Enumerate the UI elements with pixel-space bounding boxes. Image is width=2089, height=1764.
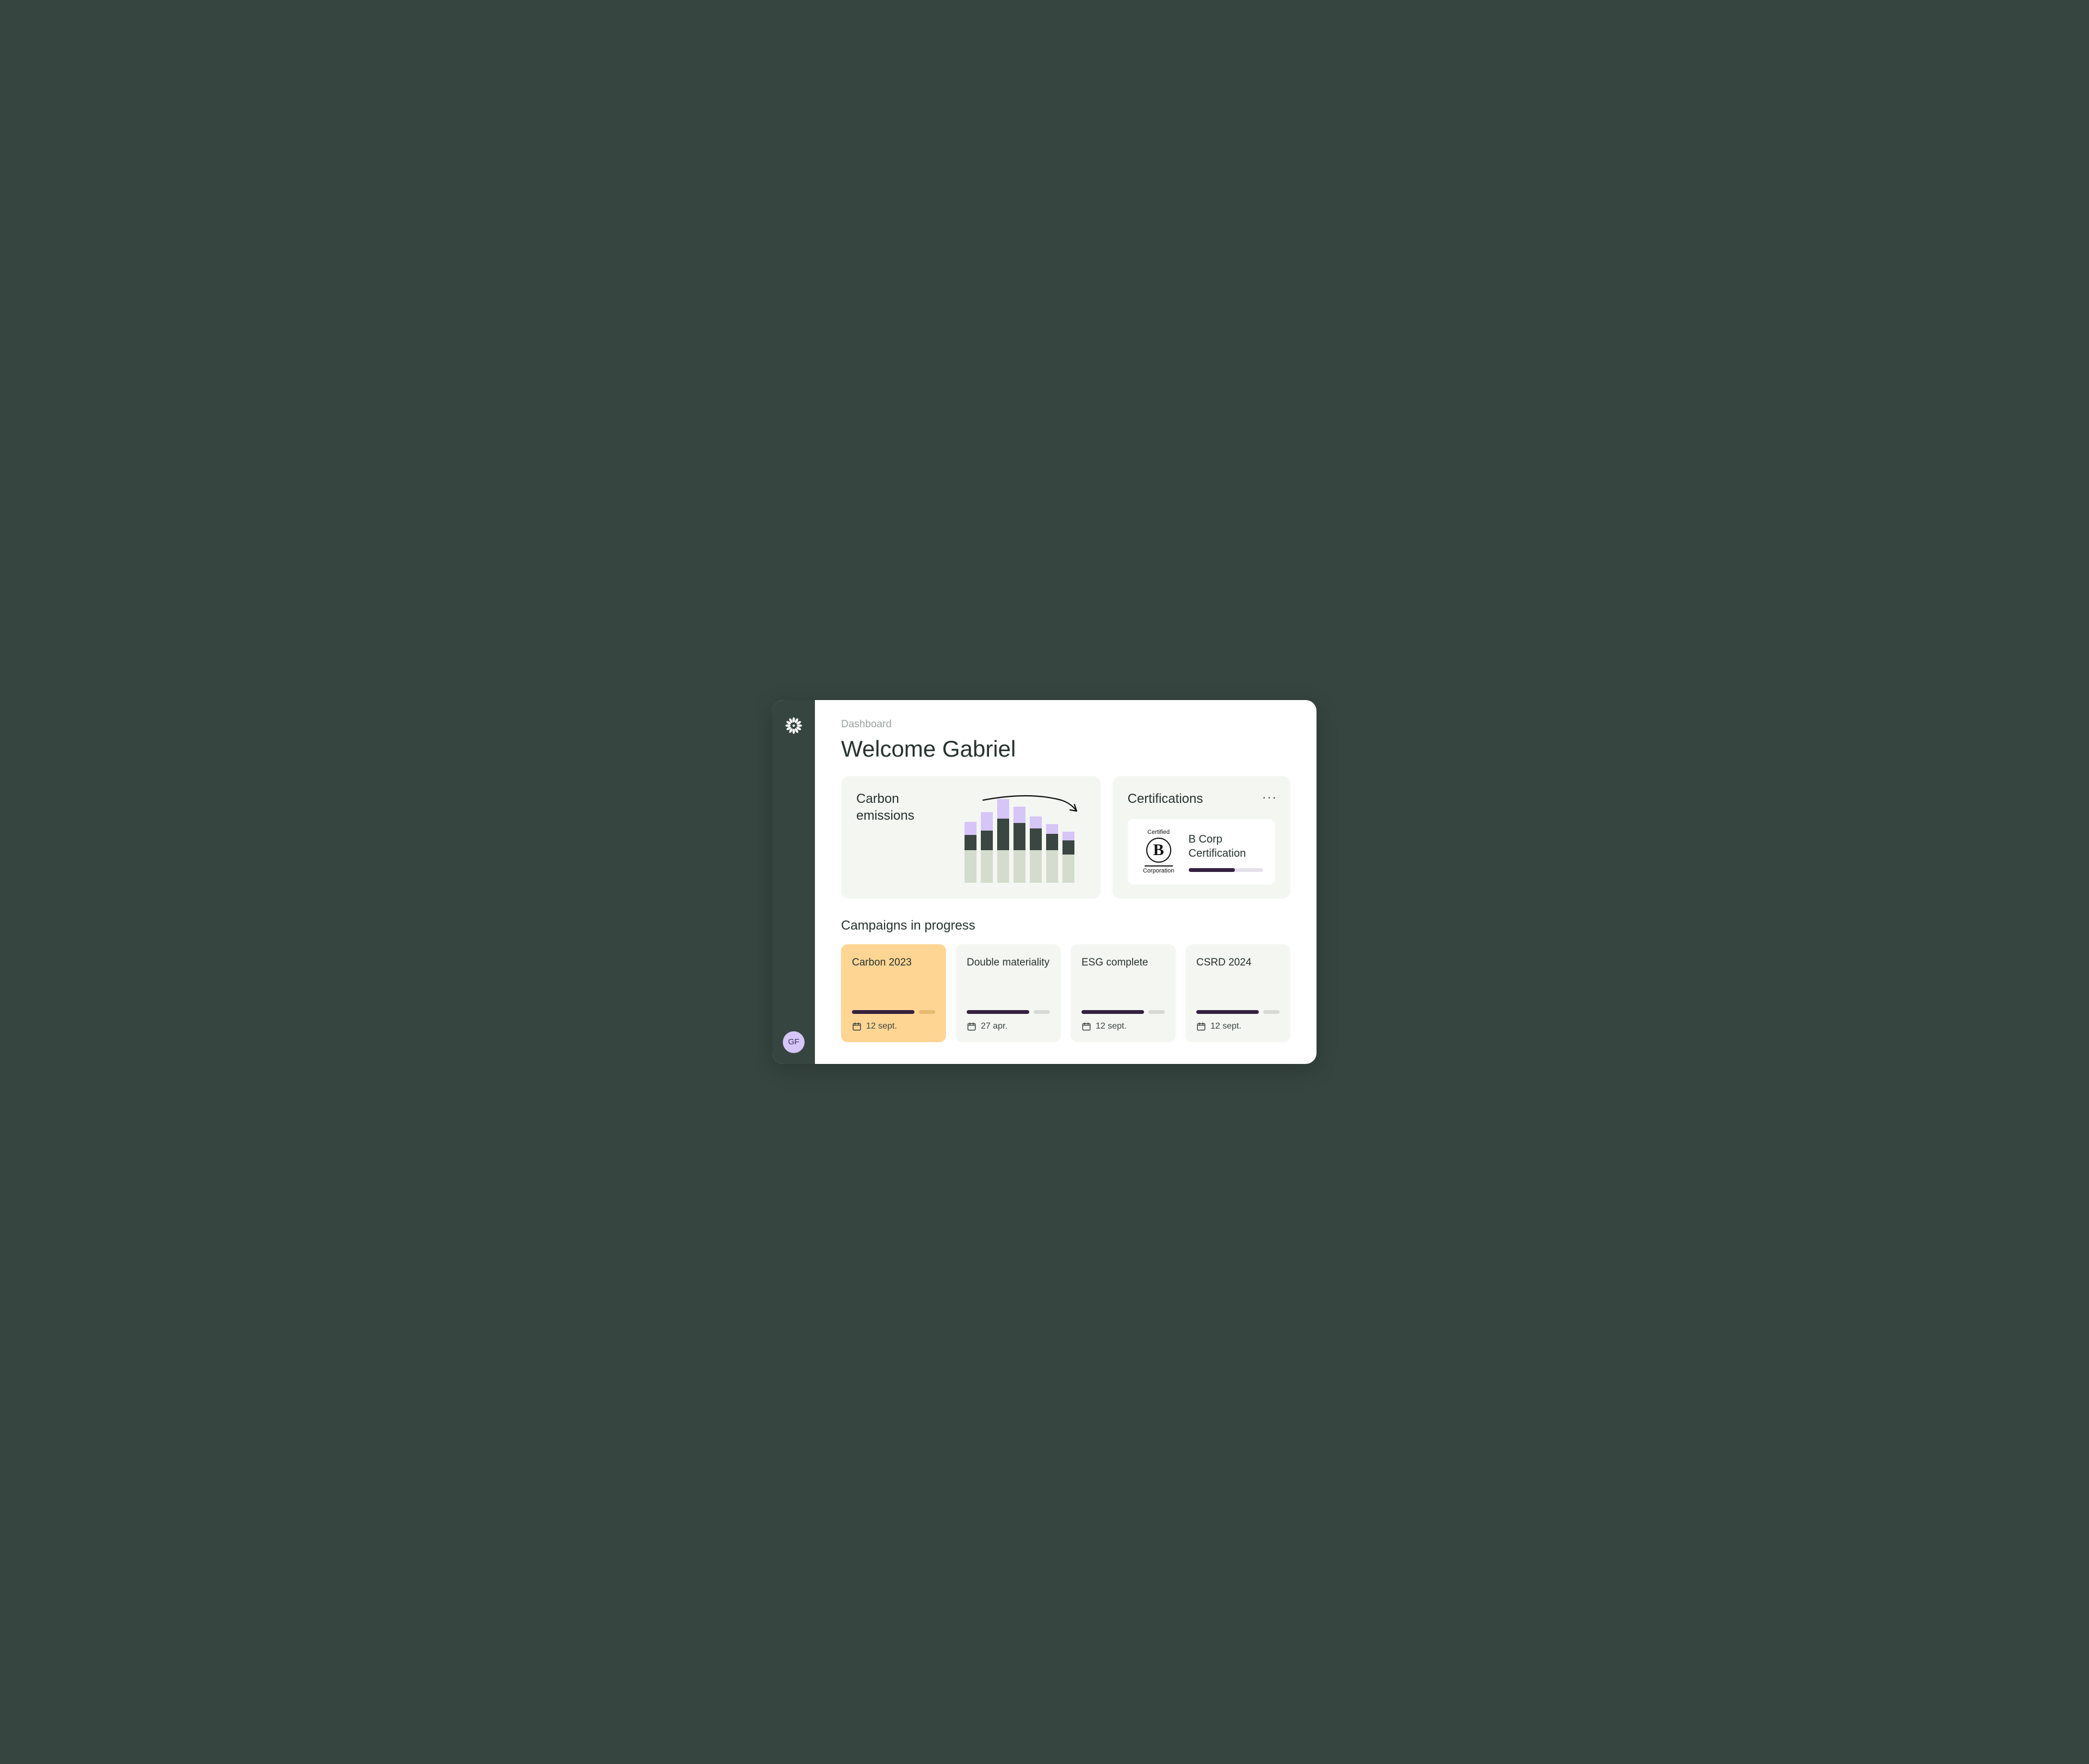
certification-item[interactable]: Certified B Corporation B Corp Certifica… [1128, 819, 1275, 884]
campaign-progress [1196, 1010, 1280, 1014]
campaign-date: 12 sept. [1081, 1022, 1165, 1031]
carbon-emissions-card[interactable]: Carbon emissions [841, 776, 1101, 899]
campaign-date: 12 sept. [1196, 1022, 1280, 1031]
carbon-emissions-title: Carbon emissions [856, 790, 943, 824]
campaign-title: ESG complete [1081, 956, 1165, 985]
certification-name: B Corp Certification [1189, 832, 1263, 861]
campaign-date: 12 sept. [852, 1022, 935, 1031]
carbon-emissions-chart [954, 790, 1085, 883]
campaigns-grid: Carbon 2023 12 sept. Double materiality 27 … [841, 944, 1290, 1042]
badge-bottom-text: Corporation [1143, 868, 1174, 875]
campaign-card[interactable]: Double materiality 27 apr. [956, 944, 1061, 1042]
badge-top-text: Certified [1147, 829, 1170, 836]
campaign-progress [1081, 1010, 1165, 1014]
campaign-card[interactable]: Carbon 2023 12 sept. [841, 944, 946, 1042]
calendar-icon [1081, 1022, 1091, 1031]
trend-arrow-icon [980, 790, 1083, 818]
user-avatar[interactable]: GF [783, 1031, 805, 1053]
campaign-title: Double materiality [967, 956, 1050, 985]
sidebar: GF [772, 700, 815, 1064]
app-window: GF Dashboard Welcome Gabriel Carbon emis… [772, 700, 1317, 1064]
campaign-date: 27 apr. [967, 1022, 1050, 1031]
campaigns-section-title: Campaigns in progress [841, 918, 1290, 933]
campaign-title: Carbon 2023 [852, 956, 935, 985]
bcorp-badge-icon: Certified B Corporation [1140, 829, 1178, 874]
chart-bar [1062, 832, 1074, 883]
badge-letter: B [1146, 838, 1171, 863]
calendar-icon [967, 1022, 976, 1031]
certifications-title: Certifications [1128, 790, 1275, 807]
page-title: Welcome Gabriel [841, 736, 1290, 762]
calendar-icon [852, 1022, 862, 1031]
chart-bar [1046, 824, 1058, 883]
certifications-card[interactable]: Certifications ··· Certified B Corporati… [1113, 776, 1290, 899]
more-options-button[interactable]: ··· [1262, 790, 1277, 804]
main-content: Dashboard Welcome Gabriel Carbon emissio… [815, 700, 1317, 1064]
campaign-card[interactable]: ESG complete 12 sept. [1071, 944, 1176, 1042]
chart-bar [965, 822, 976, 883]
app-logo-icon[interactable] [781, 713, 806, 738]
campaign-title: CSRD 2024 [1196, 956, 1280, 985]
campaign-card[interactable]: CSRD 2024 12 sept. [1185, 944, 1290, 1042]
chart-bar [1030, 816, 1042, 883]
summary-cards-row: Carbon emissions Certifications ··· Cert… [841, 776, 1290, 899]
chart-bar [1013, 807, 1025, 883]
campaign-progress [967, 1010, 1050, 1014]
breadcrumb: Dashboard [841, 719, 1290, 731]
certification-progress [1189, 868, 1263, 872]
campaign-progress [852, 1010, 935, 1014]
chart-bar [981, 812, 993, 883]
calendar-icon [1196, 1022, 1206, 1031]
